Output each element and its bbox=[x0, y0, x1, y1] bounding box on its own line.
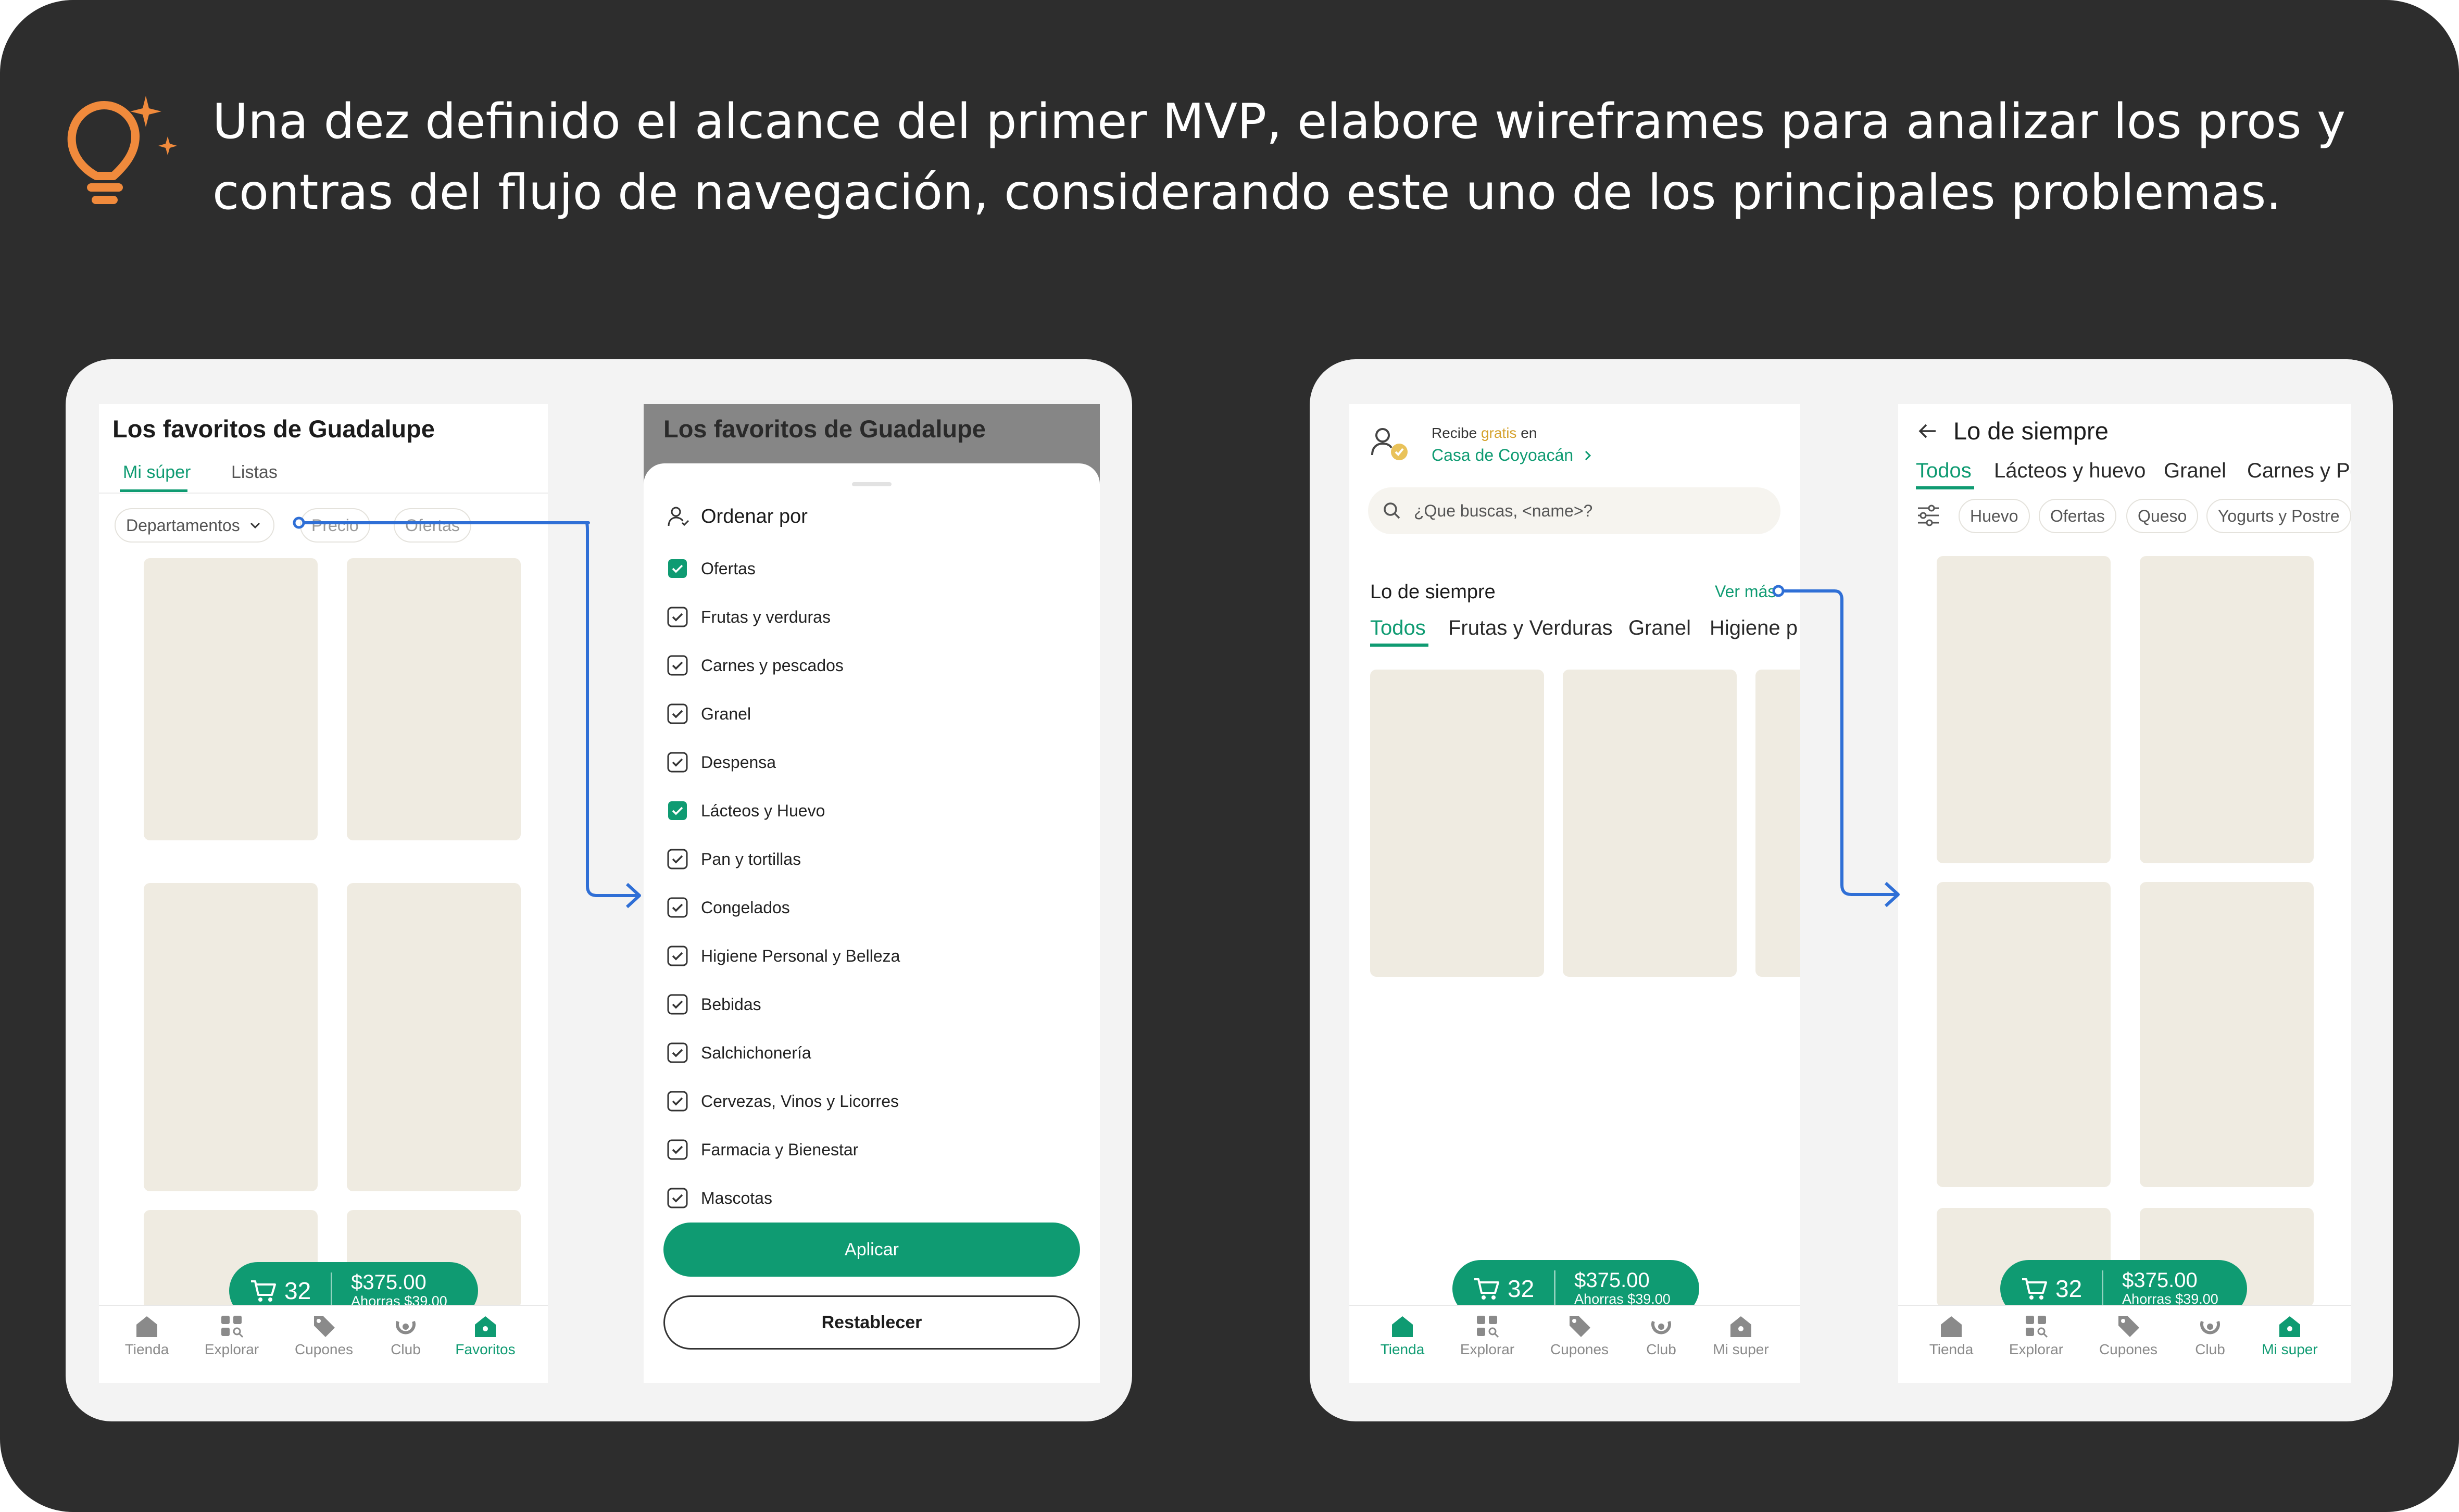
lightbulb-idea-icon bbox=[67, 96, 177, 204]
headline: Una dez definido el alcance del primer M… bbox=[212, 86, 2348, 228]
wireframe-panel-favoritos: Los favoritos de Guadalupe Mi súper List… bbox=[66, 359, 1132, 1421]
wireframe-panel-mi-super: Recibe gratis en Casa de Coyoacán ¿Que b… bbox=[1310, 359, 2393, 1421]
headline-line-1: Una dez definido el alcance del primer M… bbox=[212, 93, 2346, 149]
slide-background: Una dez definido el alcance del primer M… bbox=[0, 0, 2459, 1512]
flow-arrow-icon bbox=[293, 516, 641, 909]
headline-line-2: contras del flujo de navegación, conside… bbox=[212, 164, 2282, 220]
flow-arrow-icon bbox=[1772, 585, 1900, 908]
